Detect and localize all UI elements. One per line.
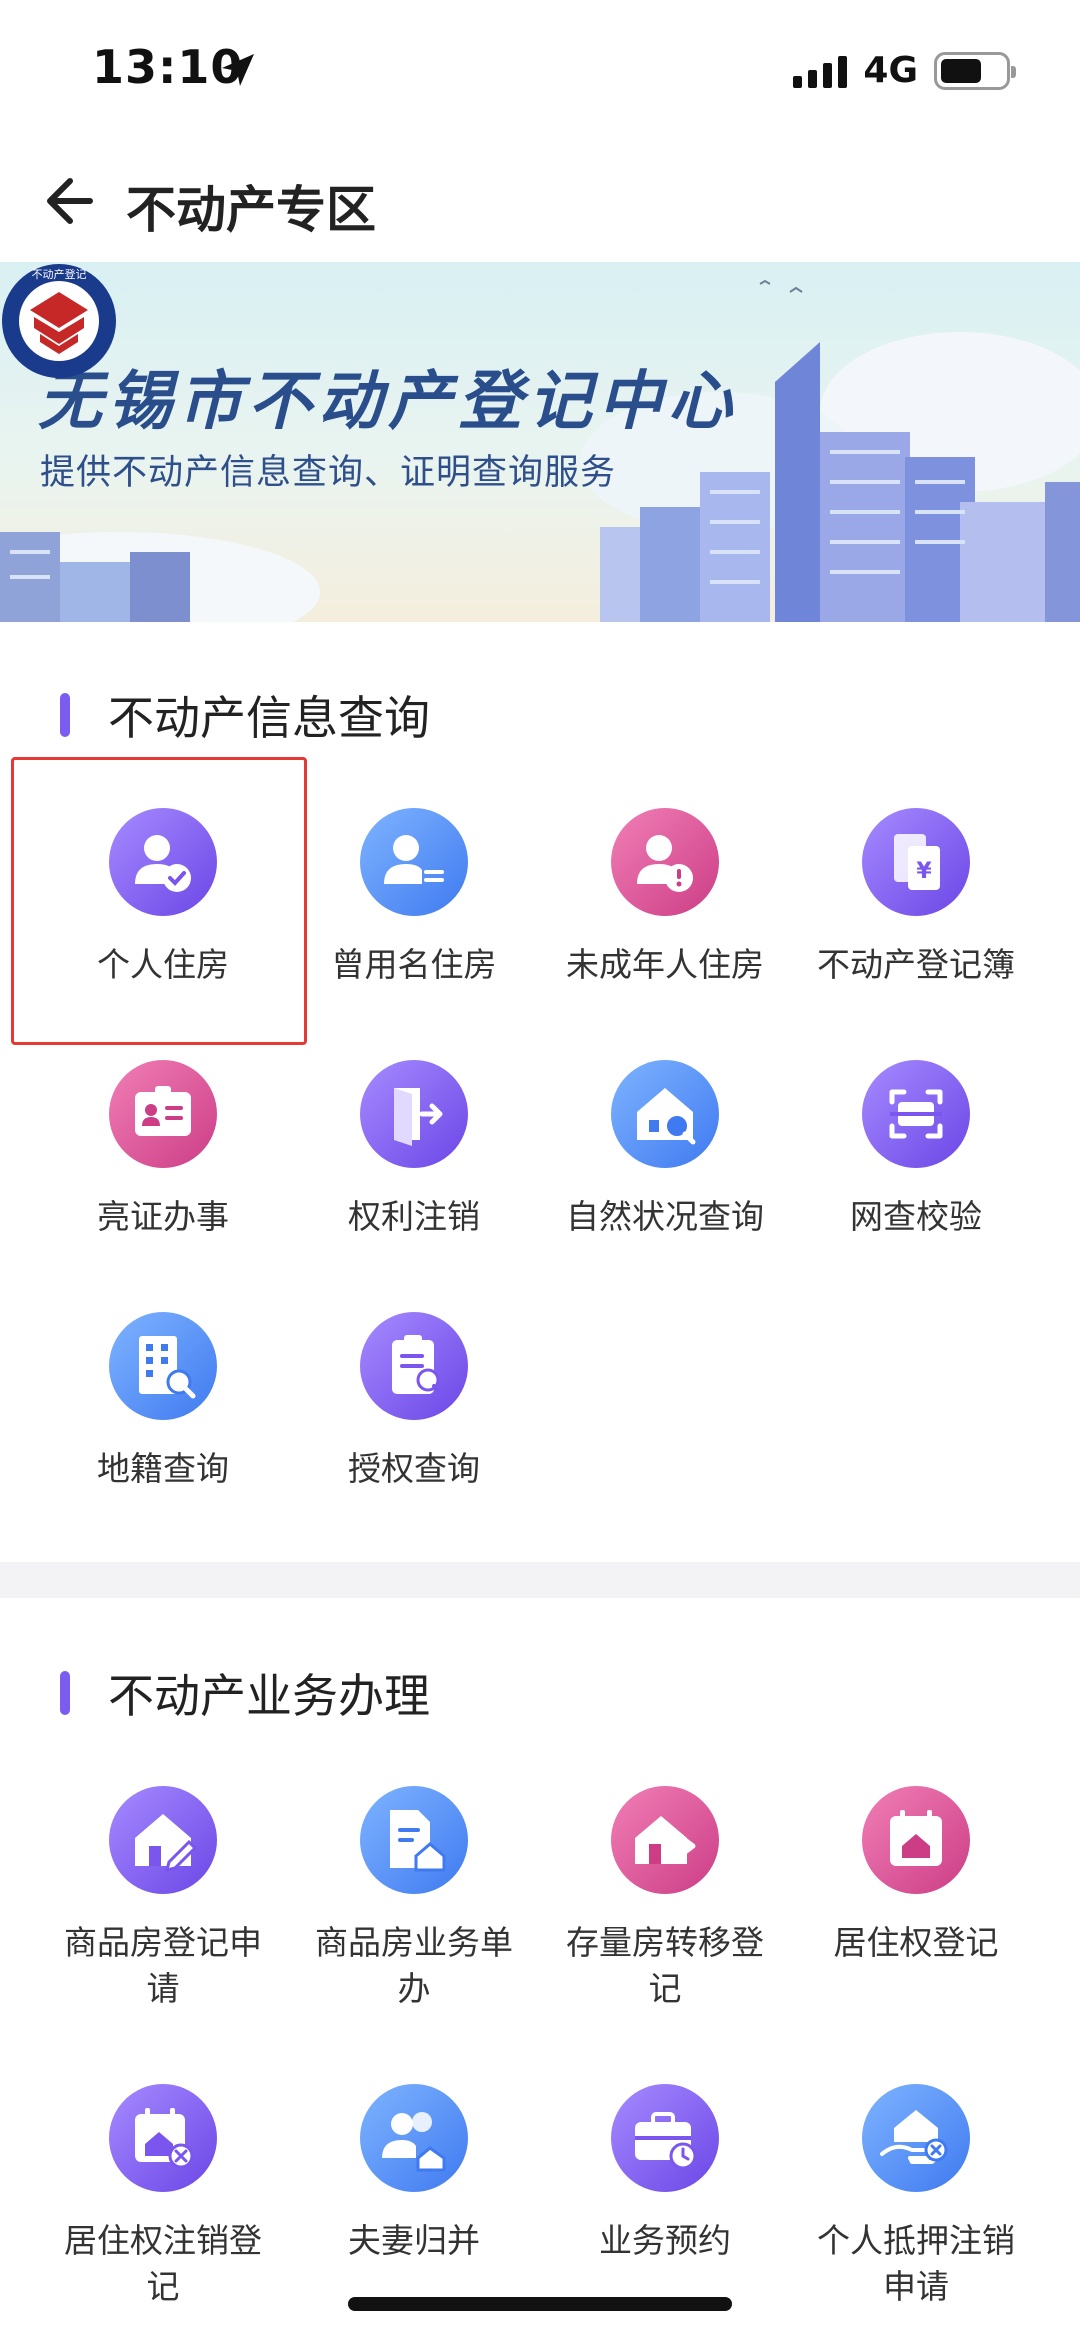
grid-item-label: 地籍查询 xyxy=(97,1449,229,1488)
page-title: 不动产专区 xyxy=(126,181,376,239)
grid-item-label: 授权查询 xyxy=(348,1449,480,1488)
couple-house-icon xyxy=(360,2084,468,2192)
svg-text:不动产登记: 不动产登记 xyxy=(32,267,87,281)
grid-item-existing-housing-transfer[interactable]: 存量房转移登记 xyxy=(540,1786,790,2012)
grid-item-residence-right-registration[interactable]: 居住权登记 xyxy=(791,1786,1041,1966)
grid-item-commercial-housing-business[interactable]: 商品房业务单办 xyxy=(289,1786,539,2012)
grid-item-minor-housing[interactable]: 未成年人住房 xyxy=(540,808,790,988)
id-card-icon xyxy=(109,1060,217,1168)
grid-item-personal-housing[interactable]: 个人住房 xyxy=(38,808,288,988)
grid-item-former-name-housing[interactable]: 曾用名住房 xyxy=(289,808,539,988)
grid-item-label: 网查校验 xyxy=(850,1197,982,1236)
battery-icon xyxy=(934,51,1016,90)
grid-item-label: 不动产登记簿 xyxy=(817,945,1015,984)
grid-item-natural-status-query[interactable]: 自然状况查询 xyxy=(540,1060,790,1240)
section-header-query: 不动产信息查询 xyxy=(60,682,430,748)
status-bar: 13:10 4G xyxy=(0,0,1080,140)
banner[interactable]: 无锡市不动产登记中心 提供不动产信息查询、证明查询服务 不动产登记 xyxy=(0,262,1080,622)
grid-item-label: 权利注销 xyxy=(348,1197,480,1236)
banner-title: 无锡市不动产登记中心 xyxy=(38,365,738,439)
grid-item-label: 存量房转移登记 xyxy=(566,1923,764,2008)
section-title: 不动产业务办理 xyxy=(108,1669,430,1723)
calendar-cancel-icon xyxy=(109,2084,217,2192)
grid-item-personal-mortgage-cancellation[interactable]: 个人抵押注销申请 xyxy=(791,2084,1041,2310)
scan-icon xyxy=(862,1060,970,1168)
house-transfer-icon xyxy=(611,1786,719,1894)
network-type: 4G xyxy=(863,50,918,91)
svg-text:¥: ¥ xyxy=(916,859,932,884)
section-title: 不动产信息查询 xyxy=(108,691,430,745)
grid-item-label: 居住权注销登记 xyxy=(64,2221,262,2306)
registration-seal-logo: 不动产登记 xyxy=(2,264,116,378)
person-alert-icon xyxy=(611,808,719,916)
grid-item-label: 个人抵押注销申请 xyxy=(817,2221,1015,2306)
section-accent-bar xyxy=(60,693,70,737)
calendar-house-icon xyxy=(862,1786,970,1894)
grid-item-registry-book[interactable]: ¥ 不动产登记簿 xyxy=(791,808,1041,988)
grid-item-label: 业务预约 xyxy=(599,2221,731,2260)
grid-item-label: 居住权登记 xyxy=(833,1923,999,1962)
grid-item-label: 自然状况查询 xyxy=(566,1197,764,1236)
house-edit-icon xyxy=(109,1786,217,1894)
back-arrow-icon[interactable] xyxy=(38,166,108,236)
grid-item-couple-merge[interactable]: 夫妻归并 xyxy=(289,2084,539,2264)
nav-bar: 不动产专区 xyxy=(0,140,1080,260)
grid-item-label: 夫妻归并 xyxy=(348,2221,480,2260)
grid-item-commercial-housing-registration[interactable]: 商品房登记申请 xyxy=(38,1786,288,2012)
grid-item-label: 个人住房 xyxy=(97,945,229,984)
grid-item-rights-cancellation[interactable]: 权利注销 xyxy=(289,1060,539,1240)
grid-item-label: 未成年人住房 xyxy=(566,945,764,984)
grid-item-label: 商品房业务单办 xyxy=(315,1923,513,2008)
grid-item-authorization-query[interactable]: 授权查询 xyxy=(289,1312,539,1492)
person-list-icon xyxy=(360,808,468,916)
briefcase-clock-icon xyxy=(611,2084,719,2192)
building-search-icon xyxy=(109,1312,217,1420)
home-indicator[interactable] xyxy=(348,2297,732,2311)
grid-item-label: 曾用名住房 xyxy=(331,945,497,984)
grid-item-show-certificate[interactable]: 亮证办事 xyxy=(38,1060,288,1240)
signal-icon xyxy=(793,54,848,88)
grid-item-residence-right-cancellation[interactable]: 居住权注销登记 xyxy=(38,2084,288,2310)
clipboard-search-icon xyxy=(360,1312,468,1420)
document-house-icon xyxy=(360,1786,468,1894)
mortgage-cancel-icon xyxy=(862,2084,970,2192)
grid-item-online-verify[interactable]: 网查校验 xyxy=(791,1060,1041,1240)
section-divider xyxy=(0,1562,1080,1598)
city-skyline-illustration xyxy=(0,279,1080,622)
person-check-icon xyxy=(109,808,217,916)
grid-item-label: 商品房登记申请 xyxy=(64,1923,262,2008)
banner-subtitle: 提供不动产信息查询、证明查询服务 xyxy=(40,453,617,493)
house-search-icon xyxy=(611,1060,719,1168)
ledger-yen-icon: ¥ xyxy=(862,808,970,916)
grid-item-business-appointment[interactable]: 业务预约 xyxy=(540,2084,790,2264)
grid-item-cadastral-query[interactable]: 地籍查询 xyxy=(38,1312,288,1492)
section-accent-bar xyxy=(60,1671,70,1715)
exit-door-icon xyxy=(360,1060,468,1168)
location-arrow-icon xyxy=(222,54,254,86)
grid-item-label: 亮证办事 xyxy=(97,1197,229,1236)
section-header-business: 不动产业务办理 xyxy=(60,1660,430,1726)
